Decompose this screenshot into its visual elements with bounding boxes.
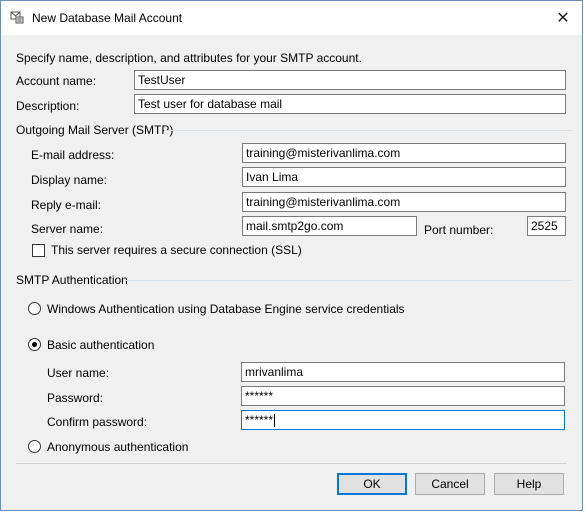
description-label: Description: bbox=[16, 99, 80, 113]
anonymous-auth-radio[interactable] bbox=[28, 440, 41, 453]
account-name-input[interactable] bbox=[134, 70, 566, 90]
windows-auth-label[interactable]: Windows Authentication using Database En… bbox=[47, 302, 405, 316]
display-name-input[interactable] bbox=[242, 167, 566, 187]
username-input[interactable] bbox=[241, 362, 565, 382]
account-name-label: Account name: bbox=[16, 74, 97, 88]
confirm-password-label: Confirm password: bbox=[47, 415, 148, 429]
confirm-password-input[interactable]: ****** bbox=[241, 410, 565, 430]
password-input[interactable] bbox=[241, 386, 565, 406]
help-button[interactable]: Help bbox=[494, 473, 564, 495]
basic-auth-label[interactable]: Basic authentication bbox=[47, 338, 154, 352]
smtp-server-group-divider bbox=[164, 130, 572, 131]
ssl-checkbox-label[interactable]: This server requires a secure connection… bbox=[51, 243, 302, 257]
anonymous-auth-label[interactable]: Anonymous authentication bbox=[47, 440, 188, 454]
window-title: New Database Mail Account bbox=[32, 11, 183, 25]
windows-auth-radio[interactable] bbox=[28, 302, 41, 315]
smtp-auth-group-label: SMTP Authentication bbox=[16, 273, 128, 287]
dialog-content: Specify name, description, and attribute… bbox=[1, 35, 582, 510]
smtp-auth-group-divider bbox=[125, 280, 572, 281]
ssl-checkbox[interactable] bbox=[32, 244, 45, 257]
title-bar: New Database Mail Account ✕ bbox=[1, 1, 582, 35]
email-address-label: E-mail address: bbox=[31, 148, 115, 162]
confirm-password-value: ****** bbox=[245, 413, 274, 427]
reply-email-label: Reply e-mail: bbox=[31, 198, 102, 212]
text-caret bbox=[274, 414, 276, 428]
cancel-button[interactable]: Cancel bbox=[415, 473, 485, 495]
new-database-mail-account-dialog: New Database Mail Account ✕ Specify name… bbox=[0, 0, 583, 511]
email-address-input[interactable] bbox=[242, 143, 566, 163]
mail-account-icon bbox=[10, 11, 24, 24]
password-label: Password: bbox=[47, 391, 104, 405]
button-row-divider bbox=[16, 463, 567, 464]
close-icon: ✕ bbox=[556, 10, 570, 27]
server-name-input[interactable] bbox=[242, 216, 417, 236]
port-number-label: Port number: bbox=[424, 223, 494, 237]
username-label: User name: bbox=[47, 366, 110, 380]
description-input[interactable] bbox=[134, 94, 566, 114]
port-number-input[interactable] bbox=[527, 216, 566, 236]
server-name-label: Server name: bbox=[31, 222, 104, 236]
radio-selected-dot bbox=[32, 342, 37, 347]
reply-email-input[interactable] bbox=[242, 192, 566, 212]
close-button[interactable]: ✕ bbox=[550, 5, 576, 31]
display-name-label: Display name: bbox=[31, 173, 108, 187]
basic-auth-radio[interactable] bbox=[28, 338, 41, 351]
smtp-server-group-label: Outgoing Mail Server (SMTP) bbox=[16, 123, 174, 137]
ok-button[interactable]: OK bbox=[337, 473, 407, 495]
intro-text: Specify name, description, and attribute… bbox=[16, 51, 362, 65]
